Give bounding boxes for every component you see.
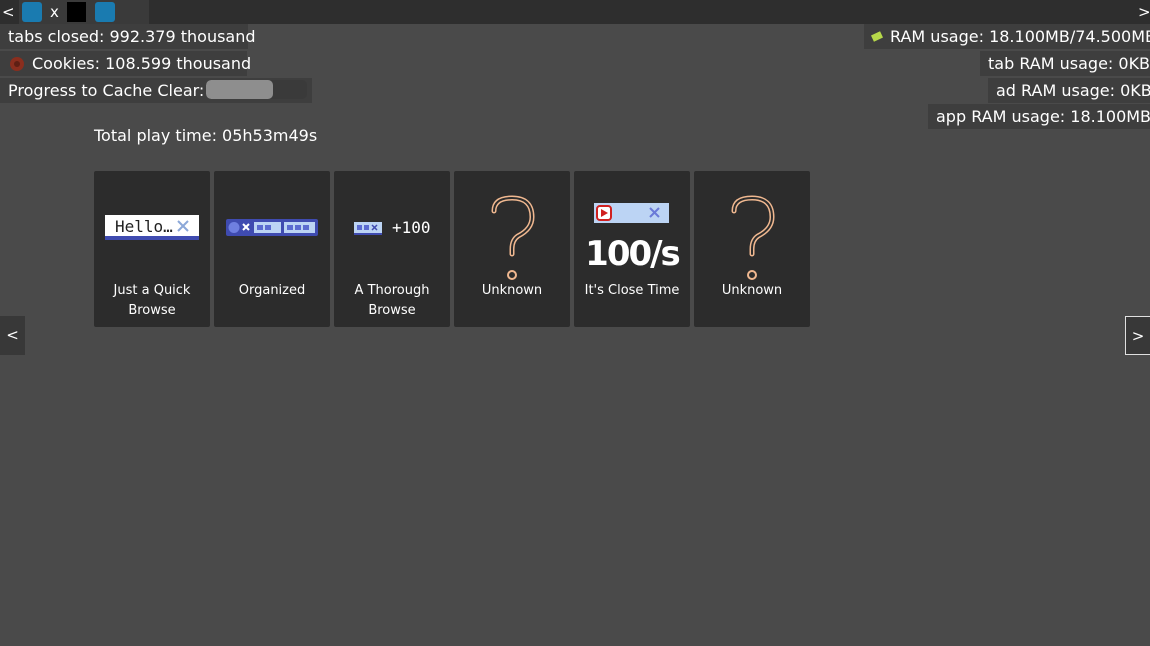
achievement-card-close-time[interactable]: 100/s It's Close Time [574, 171, 690, 327]
close-rate-icon: 100/s [574, 191, 690, 286]
cookie-icon [10, 57, 24, 71]
ad-ram-text: ad RAM usage: 0KB [996, 81, 1150, 100]
mini-tab-close[interactable]: x [50, 3, 59, 21]
tabs-closed-stat: tabs closed: 992.379 thousand [0, 24, 256, 49]
achievement-card-unknown-2[interactable]: Unknown [694, 171, 810, 327]
next-page-button[interactable]: > [1125, 316, 1150, 355]
tabs-closed-text: tabs closed: 992.379 thousand [8, 27, 256, 46]
achievement-label: It's Close Time [584, 283, 680, 298]
achievement-card-thorough-browse[interactable]: +100 A Thorough Browse [334, 171, 450, 327]
achievement-label: Unknown [481, 283, 543, 298]
ram-usage-stat: RAM usage: 18.100MB/74.500MB [864, 24, 1150, 49]
ram-usage-text: RAM usage: 18.100MB/74.500MB [890, 27, 1150, 46]
top-tab-bar: < x > [0, 0, 1150, 24]
cookies-text: Cookies: 108.599 thousand [32, 54, 252, 73]
achievement-label: Unknown [721, 283, 783, 298]
tab-ram-stat: tab RAM usage: 0KB [980, 51, 1150, 76]
ram-stick-icon [870, 31, 884, 42]
plus-100-text: +100 [392, 218, 431, 237]
app-ram-text: app RAM usage: 18.100MB [936, 107, 1150, 126]
tab-strip: x [19, 0, 149, 24]
cookies-stat: Cookies: 108.599 thousand [0, 51, 251, 76]
prev-page-button[interactable]: < [0, 316, 25, 355]
mini-tab-black[interactable] [67, 2, 86, 22]
mini-tab-blue[interactable] [22, 2, 42, 22]
close-rate-text: 100/s [585, 234, 679, 274]
mini-tab-blue-2[interactable] [95, 2, 115, 22]
cache-progress-bar [206, 80, 307, 99]
hello-text: Hello… [115, 217, 173, 236]
question-mark-icon [694, 191, 810, 286]
organized-tabs-icon [214, 191, 330, 286]
app-ram-stat: app RAM usage: 18.100MB [928, 104, 1150, 129]
tabbar-left-arrow[interactable]: < [2, 3, 15, 21]
achievement-label: A Thorough Browse [354, 283, 430, 318]
tabbar-right-arrow[interactable]: > [1138, 3, 1150, 21]
question-mark-icon [454, 191, 570, 286]
achievement-label: Organized [238, 283, 306, 298]
achievement-card-organized[interactable]: Organized [214, 171, 330, 327]
tab-plus-100-icon: +100 [334, 191, 450, 286]
tab-ram-text: tab RAM usage: 0KB [988, 54, 1150, 73]
total-play-time: Total play time: 05h53m49s [94, 126, 318, 145]
cache-progress-label: Progress to Cache Clear: [8, 81, 205, 100]
cache-progress-fill [206, 80, 273, 99]
achievement-card-quick-browse[interactable]: Hello… Just a Quick Browse [94, 171, 210, 327]
hello-tab-icon: Hello… [94, 191, 210, 286]
achievement-card-unknown-1[interactable]: Unknown [454, 171, 570, 327]
achievement-label: Just a Quick Browse [113, 283, 191, 318]
ad-ram-stat: ad RAM usage: 0KB [988, 78, 1150, 103]
